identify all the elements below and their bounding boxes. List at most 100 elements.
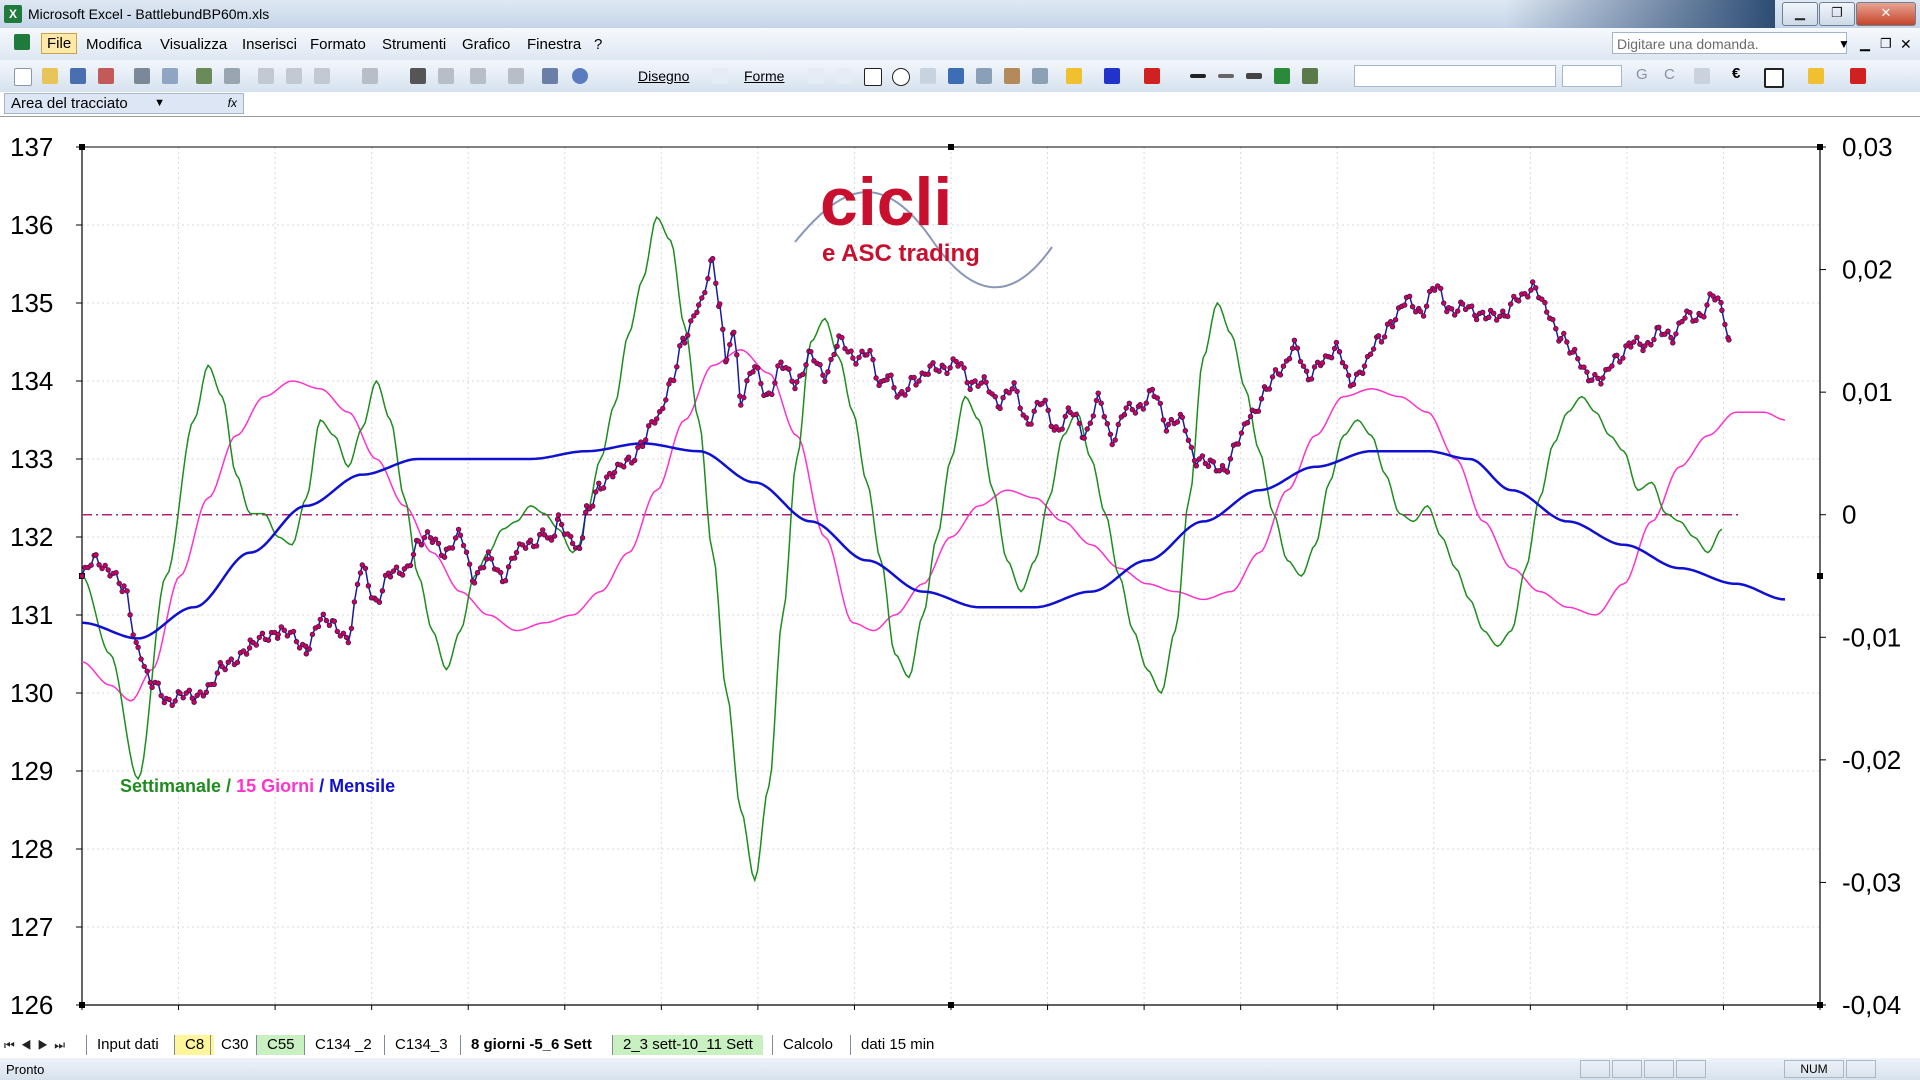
research-icon[interactable] (224, 68, 240, 84)
italic-button[interactable]: C (1664, 66, 1675, 83)
menu-help[interactable]: ? (594, 36, 602, 53)
menu-file[interactable]: File (41, 33, 78, 54)
line-style-icon[interactable] (1190, 74, 1206, 78)
chart-element-selector[interactable]: Area del tracciato ▼ fx (4, 93, 244, 114)
price-marker (1076, 420, 1083, 427)
sheet-tab[interactable]: 2_3 sett-10_11 Sett (612, 1035, 763, 1055)
menu-visualizza[interactable]: Visualizza (160, 36, 227, 53)
menu-strumenti[interactable]: Strumenti (382, 36, 446, 53)
sheet-tab[interactable]: C134 _2 (304, 1035, 382, 1055)
font-size-combo[interactable] (1562, 65, 1622, 87)
copy-icon[interactable] (286, 68, 302, 84)
sheet-tab[interactable]: 8 giorni -5_6 Sett (460, 1035, 602, 1055)
sheet-tab[interactable]: dati 15 min (850, 1035, 944, 1055)
maximize-button[interactable]: ❐ (1819, 2, 1855, 26)
help-icon[interactable] (572, 68, 588, 84)
spelling-icon[interactable] (196, 68, 212, 84)
chart-sheet[interactable]: 137 136 135 134 133 132 131 130 129 128 127 126 0,03… (0, 116, 1920, 1035)
autosum-icon[interactable] (470, 68, 486, 84)
sheet-tab[interactable]: Calcolo (772, 1035, 843, 1055)
price-marker (124, 588, 130, 594)
price-marker (670, 377, 677, 384)
menu-grafico[interactable]: Grafico (462, 36, 510, 53)
menu-finestra[interactable]: Finestra (527, 36, 581, 53)
arrow-style-icon[interactable] (1246, 73, 1262, 79)
close-button[interactable]: ✕ (1856, 2, 1916, 26)
sort-icon[interactable] (508, 68, 524, 84)
align-icon[interactable] (1694, 68, 1710, 84)
dash-style-icon[interactable] (1218, 74, 1234, 78)
line-color-icon[interactable] (1104, 68, 1120, 84)
chart-wizard-icon[interactable] (542, 68, 558, 84)
num-lock-indicator: NUM (1784, 1060, 1844, 1078)
cut-icon[interactable] (258, 68, 274, 84)
price-cycle-chart[interactable]: 137 136 135 134 133 132 131 130 129 128 127 126 0,03… (0, 117, 1920, 1034)
excel-doc-icon[interactable] (14, 34, 30, 50)
new-icon[interactable] (14, 68, 32, 86)
selection-handle[interactable] (948, 144, 954, 150)
text-color-icon[interactable] (1850, 68, 1866, 84)
price-marker (1017, 405, 1023, 411)
oval-icon[interactable] (892, 68, 910, 86)
print-icon[interactable] (134, 68, 150, 84)
euro-button[interactable]: € (1732, 65, 1740, 82)
paste-icon[interactable] (314, 68, 330, 84)
menu-inserisci[interactable]: Inserisci (242, 36, 297, 53)
sheet-nav-arrows[interactable]: ⏮◀▶⏭ (4, 1038, 71, 1053)
font-color-icon[interactable] (1144, 68, 1160, 84)
menu-formato[interactable]: Formato (310, 36, 366, 53)
excel-app-icon[interactable]: X (4, 5, 22, 23)
chevron-down-icon[interactable]: ▼ (154, 94, 165, 113)
menu-modifica[interactable]: Modifica (86, 36, 142, 53)
price-marker (1687, 309, 1693, 316)
sheet-tab[interactable]: C55 (256, 1035, 305, 1055)
print-preview-icon[interactable] (162, 68, 178, 84)
3d-icon[interactable] (1302, 68, 1318, 84)
cell-fill-icon[interactable] (1808, 68, 1824, 84)
help-dropdown-icon[interactable]: ▼ (1838, 37, 1850, 51)
shapes-menu[interactable]: Forme (744, 68, 784, 84)
arrow-icon[interactable] (836, 68, 852, 84)
sheet-tab[interactable]: C8 (174, 1035, 215, 1055)
sheet-tab[interactable]: Input dati (86, 1035, 169, 1055)
price-marker (853, 361, 859, 367)
permission-icon[interactable] (98, 68, 114, 84)
wordart-icon[interactable] (948, 68, 964, 84)
textbox-icon[interactable] (920, 68, 936, 84)
save-icon[interactable] (70, 68, 86, 84)
diagram-icon[interactable] (976, 68, 992, 84)
draw-menu[interactable]: Disegno (638, 68, 689, 84)
selection-handle[interactable] (1817, 573, 1823, 579)
sheet-tab[interactable]: C134_3 (384, 1035, 458, 1055)
plot-area[interactable] (82, 147, 1820, 1005)
picture-icon[interactable] (1032, 68, 1048, 84)
price-marker (1163, 428, 1170, 434)
price-marker (102, 562, 108, 569)
price-marker (155, 680, 161, 686)
price-marker (1165, 421, 1172, 428)
line-icon[interactable] (808, 68, 824, 84)
clipart-icon[interactable] (1004, 68, 1020, 84)
fill-color-icon[interactable] (1066, 68, 1082, 84)
doc-restore-button[interactable]: ❐ (1880, 36, 1892, 52)
price-marker (792, 385, 798, 392)
minimize-button[interactable]: ▁ (1782, 2, 1818, 26)
ask-question-input[interactable]: Digitare una domanda. (1612, 32, 1847, 54)
doc-close-button[interactable]: ✕ (1900, 36, 1912, 53)
shadow-icon[interactable] (1274, 68, 1290, 84)
price-marker (635, 444, 641, 451)
function-icon[interactable]: fx (228, 94, 237, 113)
font-name-combo[interactable] (1354, 65, 1556, 87)
open-icon[interactable] (42, 68, 58, 84)
sheet-tab[interactable]: C30 (210, 1035, 259, 1055)
price-marker (1303, 368, 1310, 374)
price-marker (435, 540, 442, 547)
borders-icon[interactable] (1764, 68, 1784, 88)
undo-icon[interactable] (362, 68, 378, 84)
doc-minimize-button[interactable]: ▁ (1860, 36, 1870, 52)
hyperlink-icon[interactable] (410, 68, 426, 84)
select-objects-icon[interactable] (712, 68, 728, 84)
chart-type-icon[interactable] (438, 68, 454, 84)
rectangle-icon[interactable] (864, 68, 882, 86)
bold-button[interactable]: G (1636, 66, 1648, 83)
